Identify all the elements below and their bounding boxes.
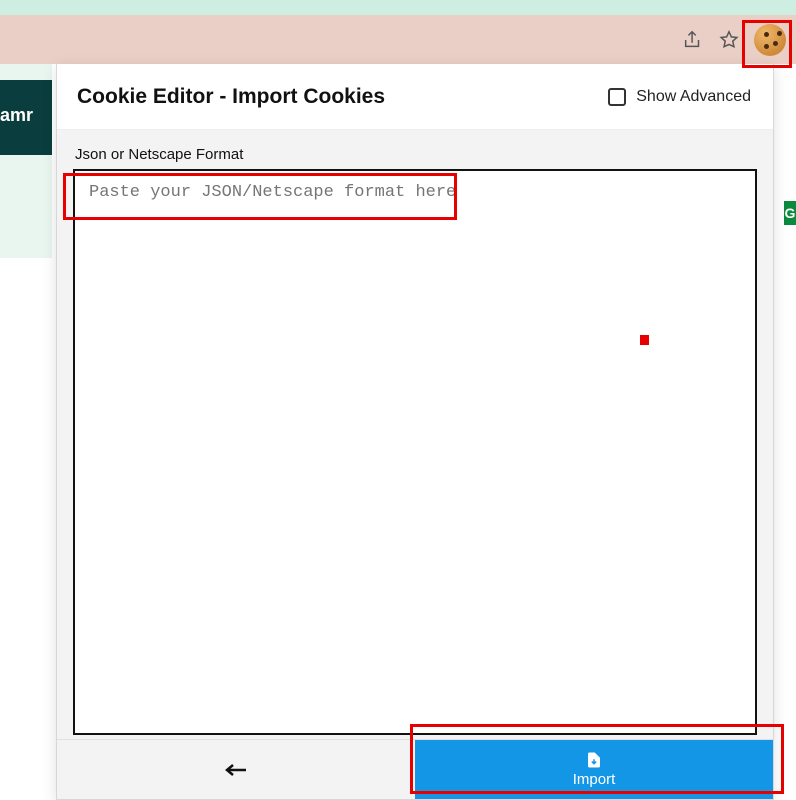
import-button[interactable]: Import [415, 740, 773, 799]
page-dark-banner-fragment: amr [0, 80, 52, 155]
browser-toolbar [0, 15, 796, 64]
import-button-label: Import [573, 771, 616, 788]
window-top-strip [0, 0, 796, 15]
back-button[interactable] [57, 740, 415, 799]
show-advanced-checkbox[interactable] [608, 88, 626, 106]
show-advanced-toggle[interactable]: Show Advanced [608, 88, 751, 106]
popup-header: Cookie Editor - Import Cookies Show Adva… [57, 64, 773, 130]
popup-title: Cookie Editor - Import Cookies [77, 85, 385, 109]
arrow-left-icon [224, 761, 248, 779]
cookie-json-textarea[interactable] [73, 169, 757, 735]
cookie-editor-popup: Cookie Editor - Import Cookies Show Adva… [56, 64, 774, 800]
cookie-extension-icon[interactable] [754, 24, 786, 56]
star-icon[interactable] [718, 29, 740, 51]
popup-footer: Import [57, 739, 773, 799]
page-green-badge: G [784, 201, 796, 225]
textarea-label: Json or Netscape Format [75, 146, 757, 163]
popup-body: Json or Netscape Format [57, 130, 773, 739]
share-icon[interactable] [682, 29, 704, 51]
show-advanced-label: Show Advanced [636, 88, 751, 106]
import-icon [585, 751, 603, 769]
